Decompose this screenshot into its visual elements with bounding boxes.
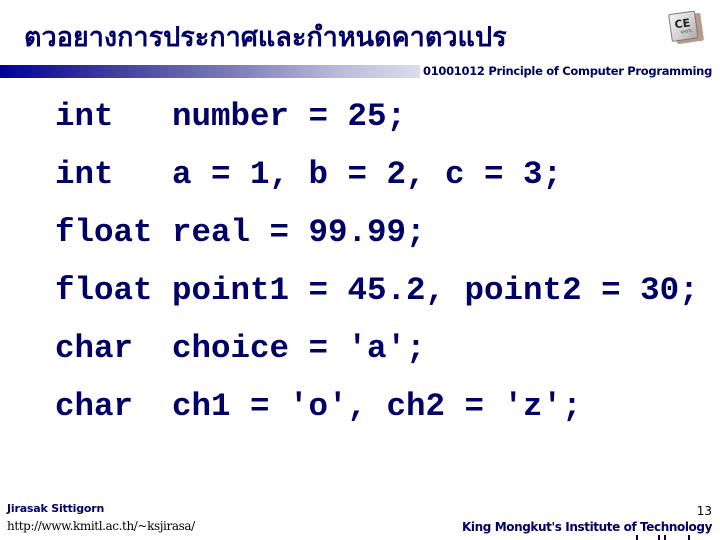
cutoff-mark bbox=[688, 535, 690, 540]
code-line: float real = 99.99; bbox=[55, 204, 699, 262]
header-gradient-bar bbox=[0, 65, 420, 78]
ce-logo-icon: CE KMITL bbox=[668, 10, 705, 45]
footer-url[interactable]: http://www.kmitl.ac.th/~ksjirasa/ bbox=[7, 518, 195, 534]
logo-tile: CE KMITL bbox=[668, 10, 699, 42]
code-line: int a = 1, b = 2, c = 3; bbox=[55, 146, 699, 204]
code-type-keyword: float bbox=[55, 272, 153, 309]
code-declaration: number = 25; bbox=[172, 98, 407, 135]
code-declaration: real = 99.99; bbox=[172, 214, 426, 251]
code-type-keyword: int bbox=[55, 98, 114, 135]
code-declaration: ch1 = 'o', ch2 = 'z'; bbox=[172, 388, 582, 425]
footer-author: Jirasak Sittigorn bbox=[7, 502, 105, 515]
code-line: int number = 25; bbox=[55, 88, 699, 146]
slide-title: ตวอยางการประกาศและกำหนดคาตวแปร bbox=[24, 22, 507, 53]
code-declaration: choice = 'a'; bbox=[172, 330, 426, 367]
code-declaration: point1 = 45.2, point2 = 30; bbox=[172, 272, 699, 309]
cutoff-text-marks bbox=[636, 535, 696, 540]
course-label: 01001012 Principle of Computer Programmi… bbox=[423, 64, 712, 78]
code-line: char choice = 'a'; bbox=[55, 320, 699, 378]
code-block: int number = 25; int a = 1, b = 2, c = 3; … bbox=[55, 88, 699, 436]
code-type-keyword: char bbox=[55, 330, 134, 367]
code-declaration: a = 1, b = 2, c = 3; bbox=[172, 156, 563, 193]
cutoff-mark bbox=[636, 535, 638, 540]
code-line: char ch1 = 'o', ch2 = 'z'; bbox=[55, 378, 699, 436]
cutoff-mark bbox=[658, 535, 660, 540]
cutoff-mark bbox=[664, 535, 666, 540]
code-type-keyword: int bbox=[55, 156, 114, 193]
code-type-keyword: char bbox=[55, 388, 134, 425]
code-type-keyword: float bbox=[55, 214, 153, 251]
logo-subtext: KMITL bbox=[680, 28, 693, 35]
code-line: float point1 = 45.2, point2 = 30; bbox=[55, 262, 699, 320]
footer-institute: King Mongkut's Institute of Technology bbox=[461, 520, 712, 534]
page-number: 13 bbox=[696, 504, 712, 518]
